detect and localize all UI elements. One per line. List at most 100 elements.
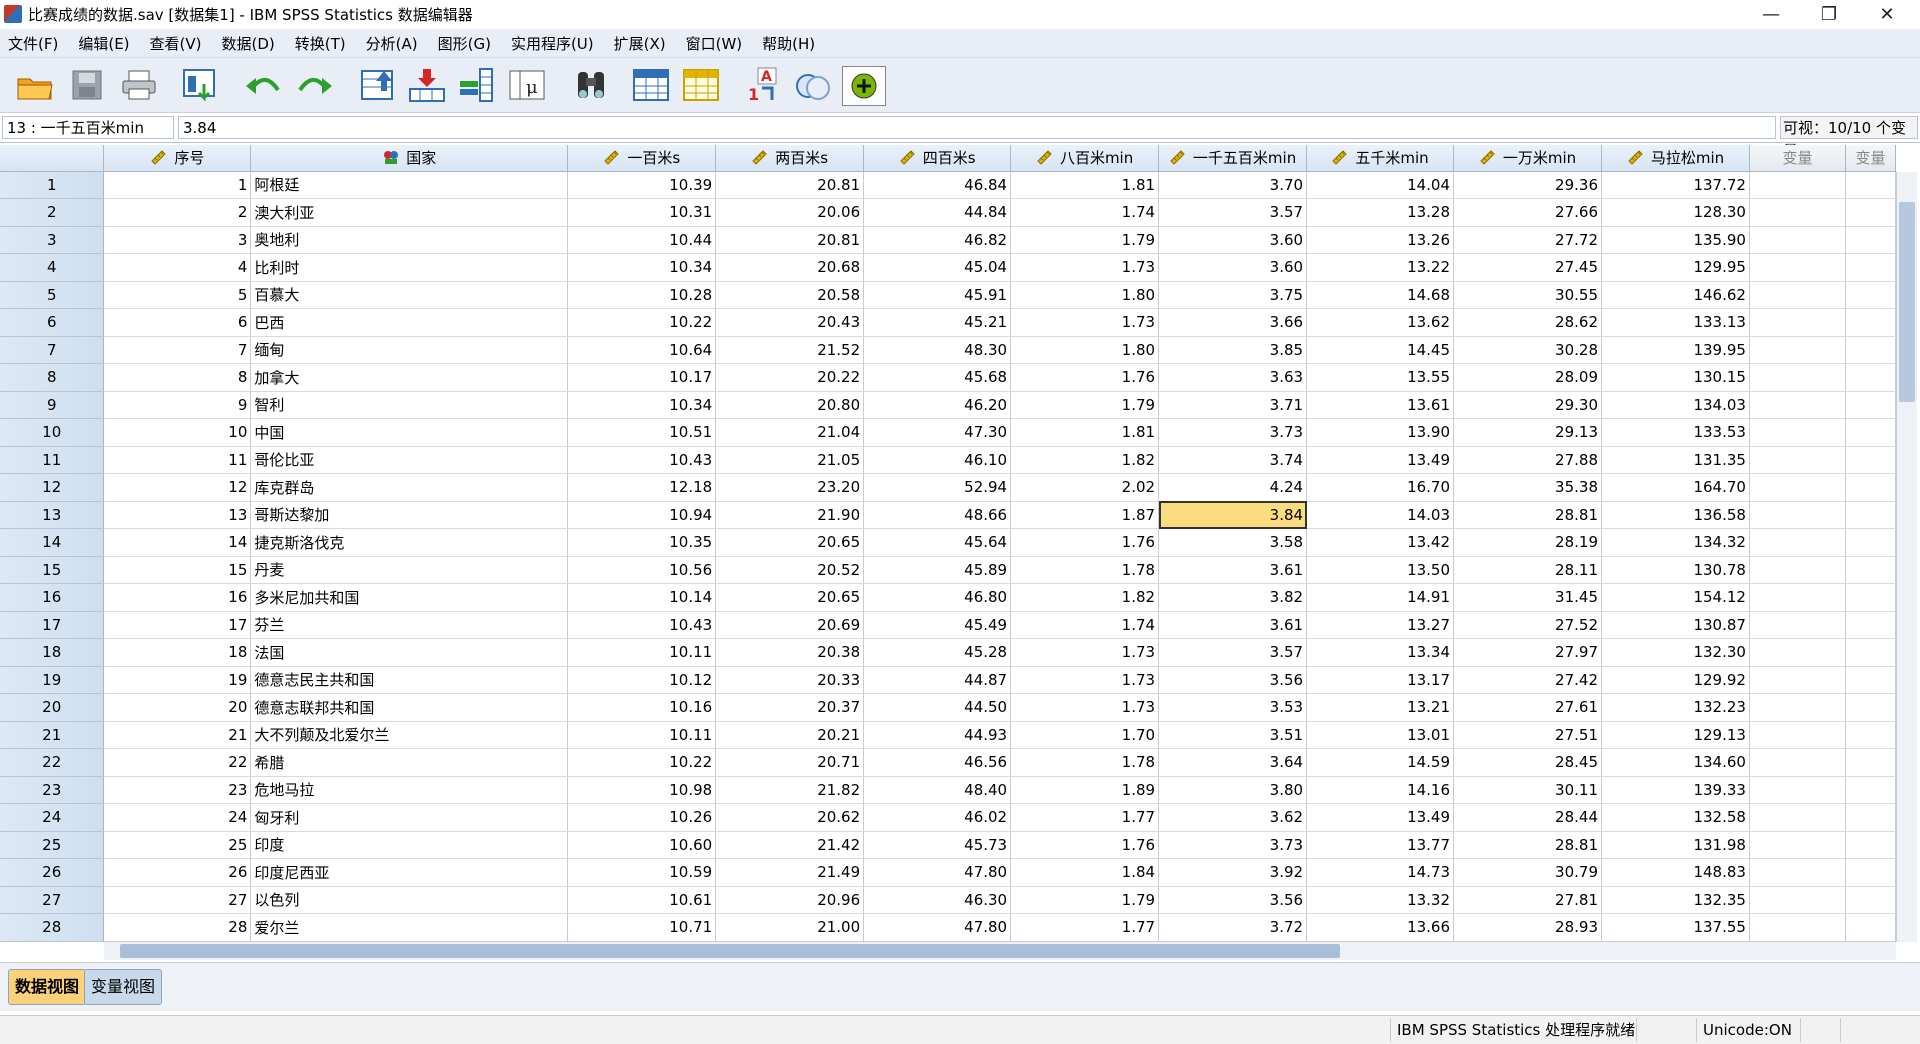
empty-cell[interactable] [1845,446,1896,474]
data-cell[interactable]: 10.64 [567,336,717,364]
empty-cell[interactable] [1845,666,1896,694]
data-cell[interactable]: 28.45 [1453,748,1602,777]
data-cell[interactable]: 13.66 [1306,913,1455,942]
data-cell[interactable]: 12 [103,473,252,502]
data-cell[interactable]: 捷克斯洛伐克 [250,528,569,557]
data-cell[interactable]: 129.95 [1601,253,1750,282]
data-cell[interactable]: 21.52 [715,336,865,364]
empty-cell[interactable] [1749,528,1846,557]
data-cell[interactable]: 1.80 [1010,336,1160,364]
empty-cell[interactable] [1749,198,1846,227]
data-cell[interactable]: 19 [103,666,252,694]
data-cell[interactable]: 3.70 [1158,171,1308,199]
data-cell[interactable]: 134.03 [1601,391,1750,419]
empty-cell[interactable] [1749,611,1846,639]
data-cell[interactable]: 10.12 [567,666,717,694]
row-header[interactable]: 23 [0,776,105,804]
column-header[interactable]: 一千五百米min [1158,145,1308,172]
data-cell[interactable]: 27.51 [1453,721,1602,749]
data-cell[interactable]: 13.90 [1306,418,1455,447]
empty-variable-header[interactable]: 变量 [1749,145,1846,172]
data-cell[interactable]: 3.75 [1158,281,1308,309]
data-cell[interactable]: 148.83 [1601,858,1750,887]
data-cell[interactable]: 26 [103,858,252,887]
variables-icon[interactable] [456,66,498,104]
data-cell[interactable]: 1.73 [1010,253,1160,282]
data-cell[interactable]: 18 [103,638,252,667]
row-header[interactable]: 24 [0,803,105,832]
empty-cell[interactable] [1749,913,1846,942]
data-cell[interactable]: 129.13 [1601,721,1750,749]
data-cell[interactable]: 3.61 [1158,611,1308,639]
data-cell[interactable]: 10.59 [567,858,717,887]
dialog-recall-icon[interactable] [180,66,222,104]
data-cell[interactable]: 1.70 [1010,721,1160,749]
data-cell[interactable]: 14.16 [1306,776,1455,804]
empty-cell[interactable] [1749,501,1846,529]
data-cell[interactable]: 20.65 [715,528,865,557]
data-cell[interactable]: 47.80 [863,858,1012,887]
vertical-scroll-thumb[interactable] [1899,202,1915,402]
add-extension-icon[interactable] [842,66,886,106]
data-cell[interactable]: 13.50 [1306,556,1455,584]
goto-case-icon[interactable] [356,66,398,104]
data-cell[interactable]: 132.23 [1601,693,1750,722]
empty-cell[interactable] [1749,886,1846,914]
data-cell[interactable]: 3.58 [1158,528,1308,557]
data-cell[interactable]: 46.56 [863,748,1012,777]
empty-cell[interactable] [1749,171,1846,199]
data-cell[interactable]: 1.76 [1010,528,1160,557]
data-cell[interactable]: 2 [103,198,252,227]
data-cell[interactable]: 16 [103,583,252,612]
row-header[interactable]: 21 [0,721,105,749]
data-cell[interactable]: 1 [103,171,252,199]
data-cell[interactable]: 17 [103,611,252,639]
data-cell[interactable]: 27.61 [1453,693,1602,722]
data-cell[interactable]: 20.65 [715,583,865,612]
data-cell[interactable]: 48.40 [863,776,1012,804]
data-cell[interactable]: 20.58 [715,281,865,309]
empty-cell[interactable] [1845,776,1896,804]
goto-variable-icon[interactable] [406,66,448,104]
data-cell[interactable]: 29.13 [1453,418,1602,447]
data-cell[interactable]: 7 [103,336,252,364]
data-cell[interactable]: 20.33 [715,666,865,694]
data-cell[interactable]: 以色列 [250,886,569,914]
data-cell[interactable]: 10.34 [567,391,717,419]
selected-cell[interactable]: 3.84 [1158,501,1308,529]
data-cell[interactable]: 27.81 [1453,886,1602,914]
close-button[interactable]: ✕ [1858,0,1916,28]
data-cell[interactable]: 3.57 [1158,198,1308,227]
data-cell[interactable]: 13.62 [1306,308,1455,337]
data-cell[interactable]: 10.43 [567,446,717,474]
data-cell[interactable]: 29.36 [1453,171,1602,199]
data-cell[interactable]: 3.71 [1158,391,1308,419]
data-cell[interactable]: 47.80 [863,913,1012,942]
data-cell[interactable]: 44.87 [863,666,1012,694]
data-cell[interactable]: 130.15 [1601,363,1750,392]
column-header[interactable]: 国家 [250,145,569,172]
data-cell[interactable]: 14.04 [1306,171,1455,199]
data-cell[interactable]: 20.43 [715,308,865,337]
data-cell[interactable]: 哥斯达黎加 [250,501,569,529]
data-cell[interactable]: 13.21 [1306,693,1455,722]
data-cell[interactable]: 1.82 [1010,583,1160,612]
data-cell[interactable]: 139.33 [1601,776,1750,804]
empty-cell[interactable] [1749,858,1846,887]
data-cell[interactable]: 129.92 [1601,666,1750,694]
data-cell[interactable]: 3.62 [1158,803,1308,832]
empty-cell[interactable] [1845,363,1896,392]
data-cell[interactable]: 13.49 [1306,803,1455,832]
empty-cell[interactable] [1749,391,1846,419]
empty-cell[interactable] [1845,501,1896,529]
empty-cell[interactable] [1749,336,1846,364]
horizontal-scroll-thumb[interactable] [120,944,1340,958]
data-cell[interactable]: 137.72 [1601,171,1750,199]
data-cell[interactable]: 3.85 [1158,336,1308,364]
data-cell[interactable]: 5 [103,281,252,309]
data-cell[interactable]: 27.72 [1453,226,1602,254]
data-cell[interactable]: 2.02 [1010,473,1160,502]
data-cell[interactable]: 缅甸 [250,336,569,364]
data-cell[interactable]: 澳大利亚 [250,198,569,227]
data-cell[interactable]: 4 [103,253,252,282]
